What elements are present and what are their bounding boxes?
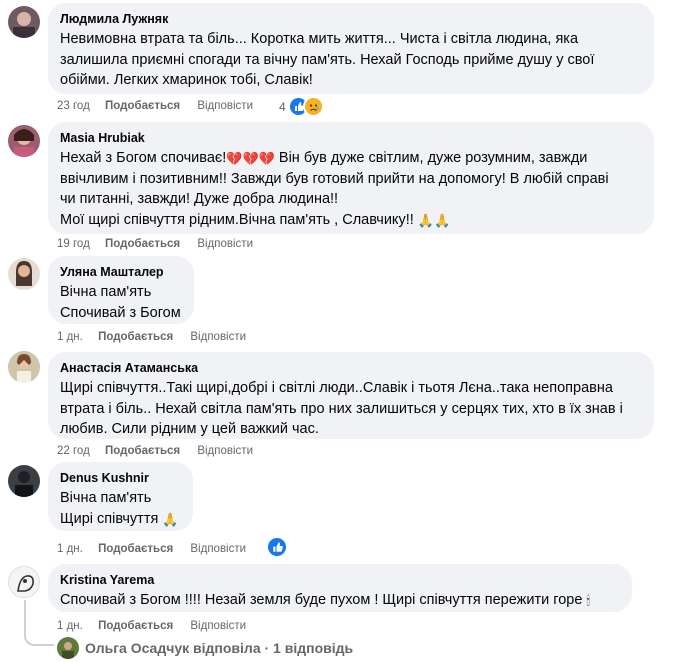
avatar[interactable]	[8, 258, 40, 290]
comment-time[interactable]: 23 год	[57, 98, 90, 114]
comment-text: Вічна пам'ять Спочивай з Богом	[60, 284, 181, 321]
text-part: Спочивай з Богом !!!! Незай земля буде п…	[60, 592, 587, 608]
reply-button[interactable]: Відповісти	[197, 236, 253, 252]
comment-actions: 23 год Подобається Відповісти	[57, 98, 267, 114]
comment-text: Невимовна втрата та біль... Коротка мить…	[60, 31, 595, 88]
avatar[interactable]	[8, 125, 40, 157]
comment-author[interactable]: Анастасія Атаманська	[60, 360, 642, 376]
view-replies-link[interactable]: Ольга Осадчук відповіла · 1 відповідь	[57, 637, 353, 659]
heart-broken-icon: 💔💔💔	[226, 151, 275, 166]
comment-author[interactable]: Людмила Лужняк	[60, 11, 642, 27]
reply-button[interactable]: Відповісти	[197, 443, 253, 459]
comment-bubble: Уляна Машталер Вічна пам'ять Спочивай з …	[48, 256, 194, 324]
text-part: Вічна пам'ять Щирі співчуття	[60, 490, 159, 527]
comment-author[interactable]: Masia Hrubiak	[60, 130, 642, 146]
like-button[interactable]: Подобається	[105, 443, 180, 459]
comment-text: Нехай з Богом спочиває!💔💔💔 Він був дуже …	[60, 148, 642, 230]
reaction-summary[interactable]: 4	[279, 96, 324, 117]
reaction-count: 4	[279, 99, 286, 114]
comment-bubble: Людмила Лужняк Невимовна втрата та біль.…	[48, 3, 654, 94]
comment-time[interactable]: 1 дн.	[57, 618, 83, 634]
comment-actions: 22 год Подобається Відповісти	[57, 443, 267, 459]
avatar[interactable]	[8, 465, 40, 497]
reaction-summary[interactable]	[266, 536, 288, 558]
comment-time[interactable]: 1 дн.	[57, 329, 83, 345]
reply-avatar	[57, 637, 79, 659]
comment-text: Вічна пам'ять Щирі співчуття 🙏	[60, 488, 181, 529]
avatar[interactable]	[8, 6, 40, 38]
comment-text: Спочивай з Богом !!!! Незай земля буде п…	[60, 590, 620, 611]
comment-author[interactable]: Уляна Машталер	[60, 264, 182, 280]
reply-summary-text[interactable]: Ольга Осадчук відповіла · 1 відповідь	[85, 640, 353, 656]
comment-time[interactable]: 1 дн.	[57, 541, 83, 557]
comment-actions: 19 год Подобається Відповісти	[57, 236, 267, 252]
comment-actions: 1 дн. Подобається Відповісти	[57, 329, 260, 345]
comment-bubble: Kristina Yarema Спочивай з Богом !!!! Не…	[48, 564, 632, 612]
like-button[interactable]: Подобається	[105, 236, 180, 252]
praying-hands-icon: 🙏	[162, 511, 179, 527]
comment-time[interactable]: 19 год	[57, 236, 90, 252]
comment-text: Щирі співчуття..Такі щирі,добрі і світлі…	[60, 380, 623, 437]
like-button[interactable]: Подобається	[105, 98, 180, 114]
comment-actions: 1 дн. Подобається Відповісти	[57, 618, 260, 634]
comment-author[interactable]: Denus Kushnir	[60, 470, 181, 486]
comment-author[interactable]: Kristina Yarema	[60, 572, 620, 588]
like-button[interactable]: Подобається	[98, 329, 173, 345]
like-button[interactable]: Подобається	[98, 541, 173, 557]
reply-thread-line	[24, 600, 54, 646]
avatar[interactable]	[8, 351, 40, 383]
reply-button[interactable]: Відповісти	[190, 541, 246, 557]
sad-icon	[302, 96, 324, 117]
comment-actions: 1 дн. Подобається Відповісти	[57, 541, 260, 557]
like-button[interactable]: Подобається	[98, 618, 173, 634]
like-icon	[266, 536, 288, 558]
praying-hands-icon: 🙏🙏	[417, 212, 451, 228]
comment-bubble: Denus Kushnir Вічна пам'ять Щирі співчут…	[48, 462, 193, 531]
comment-bubble: Анастасія Атаманська Щирі співчуття..Так…	[48, 352, 654, 439]
comment-bubble: Masia Hrubiak Нехай з Богом спочиває!💔💔💔…	[48, 122, 654, 234]
avatar[interactable]	[8, 566, 40, 598]
reply-button[interactable]: Відповісти	[190, 329, 246, 345]
text-part: Нехай з Богом спочиває!	[60, 150, 227, 166]
candle-icon: 🕯	[586, 593, 591, 608]
comment-time[interactable]: 22 год	[57, 443, 90, 459]
reply-button[interactable]: Відповісти	[190, 618, 246, 634]
reply-button[interactable]: Відповісти	[197, 98, 253, 114]
